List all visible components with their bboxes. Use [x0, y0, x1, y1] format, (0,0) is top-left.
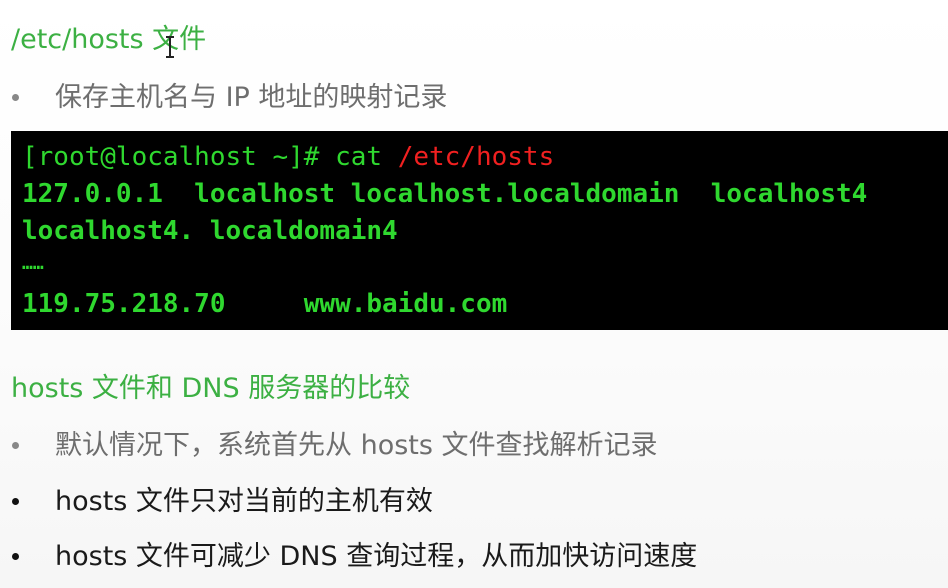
bullet-icon [12, 553, 19, 560]
bullet-icon [12, 94, 19, 101]
bullet-icon [12, 442, 19, 449]
terminal-command-line: [root@localhost ~]# cat /etc/hosts [22, 142, 554, 172]
list-item-text: 默认情况下，系统首先从 hosts 文件查找解析记录 [55, 430, 658, 461]
terminal-prompt: [root@localhost ~]# cat [22, 142, 398, 172]
section-title-hosts-vs-dns: hosts 文件和 DNS 服务器的比较 [11, 373, 411, 404]
terminal-output-line: localhost4. localdomain4 [22, 216, 398, 246]
terminal-ellipsis-line: …… [22, 253, 44, 274]
list-item-text: hosts 文件只对当前的主机有效 [55, 486, 433, 517]
list-item-text: hosts 文件可减少 DNS 查询过程，从而加快访问速度 [55, 541, 698, 572]
terminal-command-arg: /etc/hosts [397, 142, 555, 172]
bullet-icon [12, 498, 19, 505]
list-item-text: 保存主机名与 IP 地址的映射记录 [55, 82, 448, 113]
terminal-output: [root@localhost ~]# cat /etc/hosts 127.0… [11, 131, 948, 330]
section-title-etc-hosts: /etc/hosts 文件 [11, 24, 207, 55]
slide: /etc/hosts 文件 保存主机名与 IP 地址的映射记录 [root@lo… [0, 0, 948, 588]
terminal-output-line: 127.0.0.1 localhost localhost.localdomai… [22, 179, 868, 209]
terminal-output-line: 119.75.218.70 www.baidu.com [22, 289, 508, 319]
text-cursor-icon [165, 36, 175, 58]
